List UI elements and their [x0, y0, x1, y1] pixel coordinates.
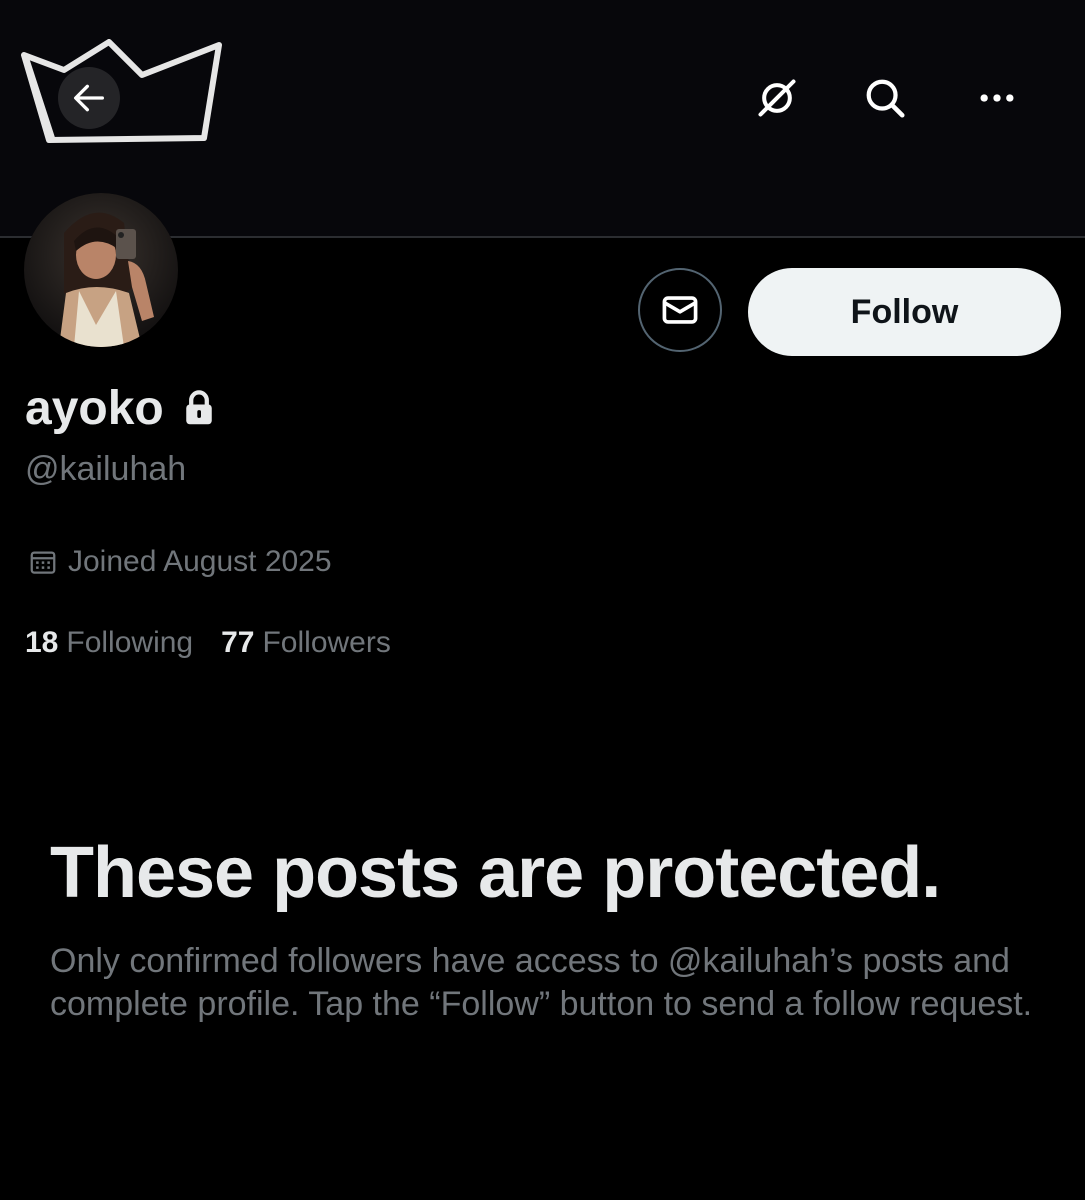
calendar-icon [30, 551, 56, 574]
avatar[interactable] [24, 193, 178, 347]
follow-button[interactable]: Follow [748, 268, 1061, 356]
grok-button[interactable] [746, 67, 808, 129]
followers-label: Followers [262, 626, 391, 659]
protected-title: These posts are protected. [50, 833, 941, 913]
follow-stats: 18 Following 77 Followers [25, 620, 391, 666]
arrow-left-icon [74, 84, 105, 112]
following-count: 18 [25, 626, 59, 659]
following-label: Following [66, 626, 194, 659]
protected-description: Only confirmed followers have access to … [50, 942, 1033, 1023]
display-name: ayoko [25, 381, 164, 435]
following-link[interactable]: 18 Following [25, 626, 193, 660]
avatar-photo [24, 193, 178, 347]
joined-text: Joined August 2025 [68, 545, 332, 578]
profile-banner[interactable] [0, 0, 1085, 236]
joined-date: Joined August 2025 [28, 540, 332, 584]
back-button[interactable] [58, 67, 120, 129]
lock-icon [185, 390, 212, 425]
more-options-button[interactable] [966, 67, 1028, 129]
profile-handle: @kailuhah [25, 450, 187, 488]
more-horizontal-icon [980, 94, 1014, 102]
crown-drawing-icon [21, 39, 222, 143]
mail-icon [662, 296, 698, 324]
followers-link[interactable]: 77 Followers [221, 626, 391, 660]
grok-icon [758, 79, 796, 117]
search-icon [866, 79, 905, 118]
search-button[interactable] [854, 67, 916, 129]
followers-count: 77 [221, 626, 255, 659]
message-button[interactable] [638, 268, 722, 352]
display-name-row: ayoko [25, 378, 216, 438]
